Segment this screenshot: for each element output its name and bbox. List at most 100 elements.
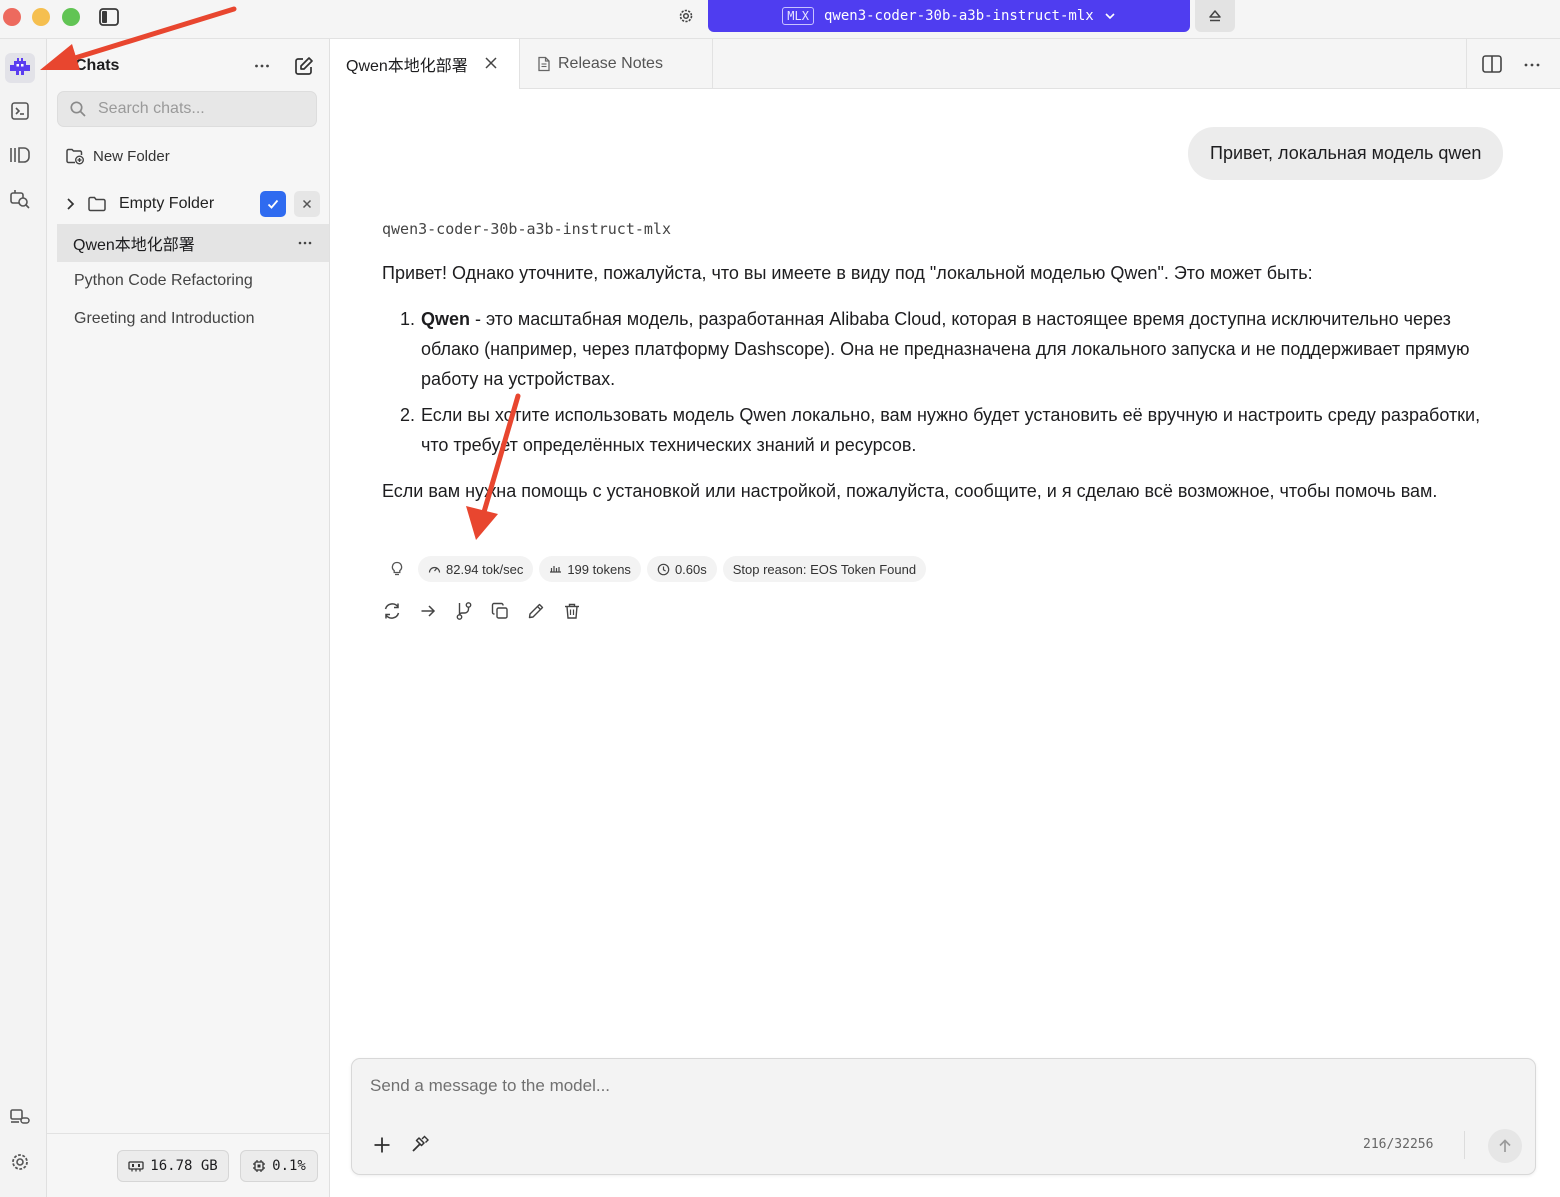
send-button[interactable] [1488, 1129, 1522, 1163]
message-actions [381, 600, 582, 621]
connections-nav-button[interactable] [5, 1102, 35, 1132]
cpu-value: 0.1% [272, 1158, 306, 1174]
minimize-window-button[interactable] [32, 8, 50, 26]
search-chats-box[interactable] [57, 91, 317, 127]
divider [47, 1133, 329, 1134]
stop-reason-value: Stop reason: EOS Token Found [732, 561, 917, 577]
memory-value: 16.78 GB [150, 1158, 218, 1174]
gear-icon[interactable] [676, 6, 696, 26]
chat-list-item[interactable]: Python Code Refactoring [57, 262, 329, 300]
close-window-button[interactable] [3, 8, 21, 26]
close-icon [301, 198, 313, 210]
speed-value: 82.94 tok/sec [446, 561, 524, 577]
title-bar: MLX qwen3-coder-30b-a3b-instruct-mlx [0, 0, 1560, 39]
chats-nav-button[interactable] [5, 53, 35, 83]
regenerate-icon[interactable] [381, 600, 402, 621]
confirm-folder-button[interactable] [260, 191, 286, 217]
chat-list-item[interactable]: Greeting and Introduction [57, 300, 329, 338]
branch-icon[interactable] [453, 600, 474, 621]
models-nav-button[interactable] [5, 140, 35, 170]
eject-icon [1207, 8, 1223, 24]
generation-stats: 82.94 tok/sec 199 tokens 0.60s Stop reas… [382, 556, 927, 582]
answer-list: Qwen - это масштабная модель, разработан… [382, 304, 1512, 460]
chat-list-item[interactable]: Qwen本地化部署 [57, 224, 329, 262]
robot-icon [8, 57, 32, 79]
assistant-model-label: qwen3-coder-30b-a3b-instruct-mlx [382, 220, 671, 238]
library-icon [8, 144, 32, 166]
split-view-icon[interactable] [1481, 54, 1503, 74]
token-counter: 216/32256 [1363, 1137, 1434, 1152]
answer-item-text: Если вы хотите использовать модель Qwen … [421, 405, 1481, 455]
checkmark-icon [266, 197, 280, 211]
model-selector[interactable]: MLX qwen3-coder-30b-a3b-instruct-mlx [708, 0, 1190, 32]
cancel-folder-button[interactable] [294, 191, 320, 217]
sidebar-title: Chats [75, 57, 120, 74]
folder-row[interactable]: Empty Folder [57, 187, 320, 221]
tab-bar: Qwen本地化部署 Release Notes [330, 39, 1560, 89]
tab-release-notes[interactable]: Release Notes [521, 39, 713, 88]
message-input[interactable] [368, 1075, 1472, 1097]
chat-title: Python Code Refactoring [74, 272, 253, 289]
edit-icon[interactable] [525, 600, 546, 621]
answer-list-item: Qwen - это масштабная модель, разработан… [420, 304, 1512, 394]
answer-outro: Если вам нужна помощь с установкой или н… [382, 481, 1438, 501]
chats-sidebar: Chats New Folder Empty Folder [47, 39, 330, 1197]
chat-title: Greeting and Introduction [74, 310, 255, 327]
folder-name[interactable]: Empty Folder [119, 195, 214, 213]
plus-icon[interactable] [372, 1135, 392, 1155]
tab-label: Qwen本地化部署 [346, 58, 468, 75]
divider [1466, 39, 1467, 88]
divider [1464, 1131, 1465, 1159]
activity-bar [0, 39, 47, 1197]
discover-nav-button[interactable] [5, 184, 35, 214]
time-value: 0.60s [674, 561, 707, 577]
tab-chat[interactable]: Qwen本地化部署 [330, 39, 520, 89]
new-folder-button[interactable]: New Folder [65, 147, 170, 165]
memory-chip-icon [128, 1160, 144, 1172]
document-icon [537, 56, 551, 72]
folder-icon [87, 195, 107, 213]
compose-icon[interactable] [293, 55, 315, 77]
search-icon [69, 100, 87, 118]
lightbulb-icon[interactable] [382, 556, 412, 582]
more-options-icon[interactable] [253, 57, 271, 75]
eject-button[interactable] [1195, 0, 1235, 32]
cpu-icon [252, 1159, 266, 1173]
chat-title: Qwen本地化部署 [73, 237, 195, 254]
cpu-usage-badge[interactable]: 0.1% [240, 1150, 318, 1182]
chevron-down-icon [1104, 10, 1116, 22]
answer-item-text: - это масштабная модель, разработанная A… [421, 309, 1470, 389]
new-folder-label: New Folder [93, 147, 170, 165]
sidebar-toggle-icon[interactable] [98, 6, 120, 28]
gear-icon [8, 1150, 32, 1174]
stop-reason-stat: Stop reason: EOS Token Found [722, 556, 927, 582]
speed-stat: 82.94 tok/sec [418, 556, 534, 582]
answer-list-item: Если вы хотите использовать модель Qwen … [420, 400, 1512, 460]
time-stat: 0.60s [646, 556, 717, 582]
search-magnify-icon [8, 187, 32, 211]
memory-usage-badge[interactable]: 16.78 GB [117, 1150, 229, 1182]
more-options-icon[interactable] [1523, 62, 1541, 68]
zoom-window-button[interactable] [62, 8, 80, 26]
mlx-badge: MLX [782, 7, 814, 25]
copy-icon[interactable] [489, 600, 510, 621]
continue-icon[interactable] [417, 600, 438, 621]
delete-icon[interactable] [561, 600, 582, 621]
link-icon [8, 1106, 32, 1128]
message-composer: 216/32256 [351, 1058, 1536, 1175]
terminal-icon [9, 100, 31, 122]
terminal-nav-button[interactable] [5, 96, 35, 126]
close-icon[interactable] [484, 56, 498, 70]
more-options-icon[interactable] [297, 236, 313, 250]
hammer-icon[interactable] [410, 1135, 430, 1155]
tokens-stat: 199 tokens [539, 556, 641, 582]
user-message: Привет, локальная модель qwen [1188, 127, 1504, 180]
search-input[interactable] [96, 99, 300, 119]
clock-icon [657, 563, 670, 576]
settings-nav-button[interactable] [5, 1147, 35, 1177]
assistant-message: Привет! Однако уточните, пожалуйста, что… [382, 258, 1512, 506]
answer-intro: Привет! Однако уточните, пожалуйста, что… [382, 263, 1313, 283]
chevron-right-icon[interactable] [65, 197, 77, 211]
arrow-up-icon [1497, 1138, 1513, 1154]
tab-label: Release Notes [558, 54, 663, 72]
